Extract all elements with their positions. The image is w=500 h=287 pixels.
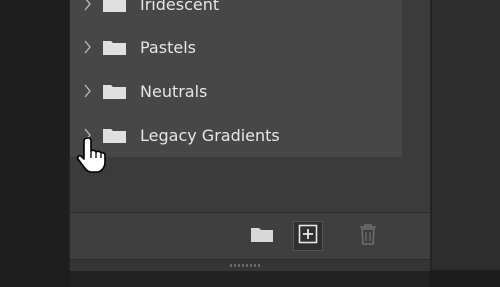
group-row-pastels[interactable]: Pastels [70,30,402,64]
gradient-group-list: Iridescent Pastels Neutrals Legacy Gradi… [70,0,402,157]
folder-icon [251,226,273,246]
folder-icon [103,83,126,99]
chevron-right-icon[interactable] [84,40,92,54]
group-label: Neutrals [140,81,208,101]
panel-divider [430,0,432,287]
list-scroll-track[interactable] [402,0,430,212]
chevron-right-icon[interactable] [84,0,92,11]
group-label: Iridescent [140,0,220,14]
chevron-right-icon[interactable] [84,84,92,98]
group-label: Pastels [140,37,196,57]
panel-resize-grip[interactable] [70,259,430,271]
folder-icon [103,0,126,12]
group-row-legacy-gradients[interactable]: Legacy Gradients [70,118,402,152]
trash-icon [358,223,378,249]
lower-dark-area [430,270,500,287]
group-row-neutrals[interactable]: Neutrals [70,74,402,108]
folder-icon [103,39,126,55]
left-dark-area [0,0,70,287]
grip-dots [230,264,260,267]
new-group-button[interactable] [248,222,276,250]
group-row-iridescent[interactable]: Iridescent [70,0,402,21]
gradients-panel: Iridescent Pastels Neutrals Legacy Gradi… [70,0,430,271]
new-gradient-button[interactable] [293,221,323,251]
hand-cursor-icon [76,136,112,174]
panel-footer [70,212,430,259]
group-label: Legacy Gradients [140,125,280,145]
plus-square-icon [298,224,318,248]
delete-gradient-button[interactable] [354,222,382,250]
right-panel-area [430,0,500,287]
